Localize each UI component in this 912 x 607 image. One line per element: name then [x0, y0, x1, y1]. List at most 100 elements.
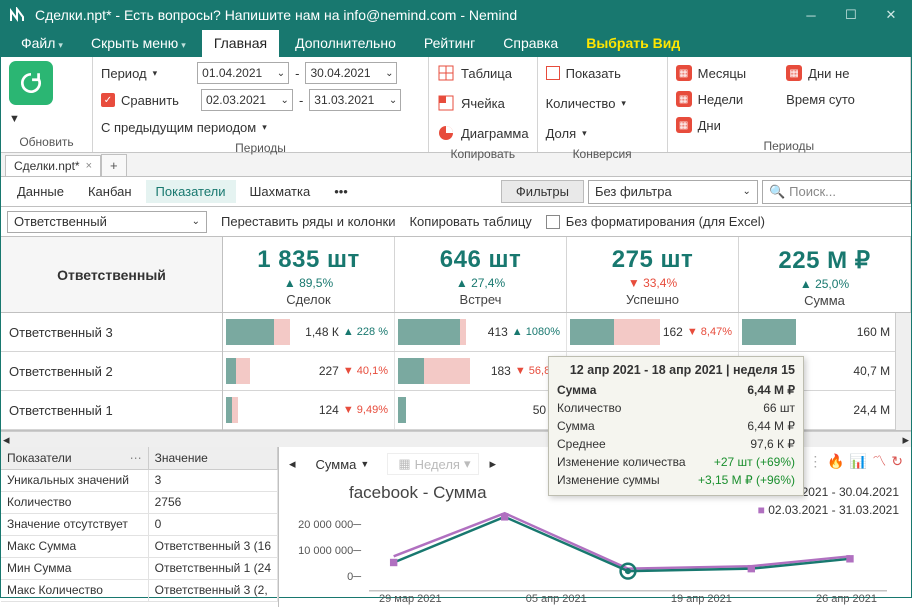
- chart-period-select[interactable]: ▦ Неделя ▾: [387, 453, 479, 475]
- row-label[interactable]: Ответственный 3: [1, 313, 222, 352]
- calendar-icon: ▦: [676, 117, 692, 133]
- doc-tab[interactable]: Сделки.npt*×: [5, 155, 101, 176]
- metric-header[interactable]: 646 шт▲ 27,4%Встреч: [395, 237, 567, 312]
- search-icon: 🔍: [769, 184, 785, 200]
- period-months[interactable]: ▦Месяцы: [676, 61, 747, 85]
- app-logo-icon: [9, 7, 25, 23]
- date-from-1[interactable]: 01.04.2021⌄: [197, 62, 289, 84]
- calendar-icon: ▦: [786, 65, 802, 81]
- stat-label: Мин Сумма: [1, 558, 149, 580]
- date-to-2[interactable]: 31.03.2021⌄: [309, 89, 401, 111]
- close-tab-icon[interactable]: ×: [86, 160, 92, 172]
- refresh-icon[interactable]: [9, 61, 53, 105]
- conv-share[interactable]: Доля▾: [546, 121, 587, 145]
- copy-table[interactable]: Таблица: [437, 61, 512, 85]
- chart-metric-select[interactable]: Сумма ▼: [306, 455, 378, 474]
- stat-label: Количество: [1, 492, 149, 514]
- row-label[interactable]: Ответственный 1: [1, 391, 222, 430]
- period-days-week[interactable]: ▦Дни не: [786, 61, 855, 85]
- menu-main[interactable]: Главная: [202, 30, 279, 57]
- metric-header[interactable]: 225 М ₽▲ 25,0%Сумма: [739, 237, 911, 312]
- titlebar: Сделки.npt* - Есть вопросы? Напишите нам…: [1, 1, 911, 29]
- table-cell[interactable]: 183▼ 56,8%: [395, 352, 567, 390]
- calendar-icon: ▦: [676, 65, 692, 81]
- subtab-kanban[interactable]: Канбан: [78, 180, 142, 203]
- add-tab-button[interactable]: +: [101, 154, 127, 176]
- conv-qty[interactable]: Количество▾: [546, 91, 626, 115]
- chart-tooltip: 12 апр 2021 - 18 апр 2021 | неделя 15 Су…: [548, 356, 804, 496]
- minimize-button[interactable]: ─: [791, 1, 831, 29]
- window-title: Сделки.npt* - Есть вопросы? Напишите нам…: [35, 7, 791, 23]
- menu-hide[interactable]: Скрыть меню: [79, 30, 198, 57]
- stat-value: Ответственный 1 (24: [149, 558, 278, 580]
- table-cell[interactable]: 50▲: [395, 391, 567, 429]
- copy-cell[interactable]: Ячейка: [437, 91, 505, 115]
- no-format-label[interactable]: Без форматирования (для Excel): [566, 214, 765, 229]
- swap-rows-cols[interactable]: Переставить ряды и колонки: [221, 214, 395, 229]
- copy-table-btn[interactable]: Копировать таблицу: [409, 214, 531, 229]
- menu-select-view[interactable]: Выбрать Вид: [574, 30, 692, 57]
- subtab-chess[interactable]: Шахматка: [240, 180, 321, 203]
- search-input[interactable]: 🔍Поиск...: [762, 180, 911, 204]
- table-cell[interactable]: 227▼ 40,1%: [223, 352, 395, 390]
- subtab-more[interactable]: •••: [324, 180, 358, 203]
- menu-file[interactable]: Файл: [9, 30, 75, 57]
- period-timeofday[interactable]: Время суто: [786, 87, 855, 111]
- chart-bar-icon[interactable]: 📊: [850, 453, 867, 470]
- period-label: Период: [101, 66, 147, 81]
- stat-label: Макс Количество: [1, 580, 149, 602]
- chart-refresh-icon[interactable]: ↻: [891, 453, 903, 470]
- period-days[interactable]: ▦Дни: [676, 113, 747, 137]
- menubar: Файл Скрыть меню Главная Дополнительно Р…: [1, 29, 911, 57]
- compare-label[interactable]: Сравнить: [121, 93, 179, 108]
- conv-group-label: Конверсия: [538, 145, 667, 164]
- date-from-2[interactable]: 02.03.2021⌄: [201, 89, 293, 111]
- chart-opt-icon[interactable]: ⋮: [808, 453, 822, 470]
- tooltip-title: 12 апр 2021 - 18 апр 2021 | неделя 15: [557, 363, 795, 377]
- chart-wave-icon[interactable]: 〽: [872, 451, 886, 471]
- maximize-button[interactable]: ☐: [831, 1, 871, 29]
- filter-select[interactable]: Без фильтра⌄: [588, 180, 758, 204]
- stat-value: 2756: [149, 492, 278, 514]
- table-cell[interactable]: 160 М▲: [739, 313, 911, 351]
- row-label[interactable]: Ответственный 2: [1, 352, 222, 391]
- table-cell[interactable]: 124▼ 9,49%: [223, 391, 395, 429]
- periods-group-label: Периоды: [93, 139, 428, 158]
- row-header: Ответственный: [1, 237, 222, 313]
- filters-button[interactable]: Фильтры: [501, 180, 584, 203]
- refresh-label[interactable]: Обновить: [1, 133, 92, 152]
- table-cell[interactable]: 1,48 К▲ 228 %: [223, 313, 395, 351]
- copy-chart[interactable]: Диаграмма: [437, 121, 529, 145]
- subtab-metrics[interactable]: Показатели: [146, 180, 236, 203]
- stat-value: Ответственный 3 (16: [149, 536, 278, 558]
- chart-flame-icon[interactable]: 🔥: [827, 453, 844, 470]
- table-cell[interactable]: 162▼ 8,47%: [567, 313, 739, 351]
- stats-header-2: Значение: [149, 447, 278, 470]
- metric-header[interactable]: 1 835 шт▲ 89,5%Сделок: [223, 237, 395, 312]
- table-icon: [437, 64, 455, 82]
- dimension-select[interactable]: Ответственный⌄: [7, 211, 207, 233]
- subtabs: Данные Канбан Показатели Шахматка ••• Фи…: [1, 177, 911, 207]
- metric-header[interactable]: 275 шт▼ 33,4%Успешно: [567, 237, 739, 312]
- stat-label: Макс Сумма: [1, 536, 149, 558]
- date-to-1[interactable]: 30.04.2021⌄: [305, 62, 397, 84]
- subtab-data[interactable]: Данные: [7, 180, 74, 203]
- compare-checkbox[interactable]: ✓: [101, 93, 115, 107]
- menu-rating[interactable]: Рейтинг: [412, 30, 487, 57]
- vertical-scrollbar[interactable]: [895, 313, 911, 430]
- menu-help[interactable]: Справка: [491, 30, 570, 57]
- close-button[interactable]: ✕: [871, 1, 911, 29]
- with-prev-label[interactable]: С предыдущим периодом: [101, 120, 256, 135]
- stat-value: 0: [149, 514, 278, 536]
- no-format-checkbox[interactable]: [546, 215, 560, 229]
- legend-prev: 02.03.2021 - 31.03.2021: [758, 501, 899, 519]
- stat-label: Уникальных значений: [1, 470, 149, 492]
- stat-value: 3: [149, 470, 278, 492]
- ribbon: ▼ Обновить Период▾ 01.04.2021⌄ - 30.04.2…: [1, 57, 911, 153]
- period-weeks[interactable]: ▦Недели: [676, 87, 747, 111]
- conv-show[interactable]: Показать: [546, 61, 621, 85]
- copy-group-label: Копировать: [429, 145, 537, 164]
- menu-extra[interactable]: Дополнительно: [283, 30, 408, 57]
- table-cell[interactable]: 413▲ 1080%: [395, 313, 567, 351]
- more-icon[interactable]: ⋯: [130, 451, 142, 465]
